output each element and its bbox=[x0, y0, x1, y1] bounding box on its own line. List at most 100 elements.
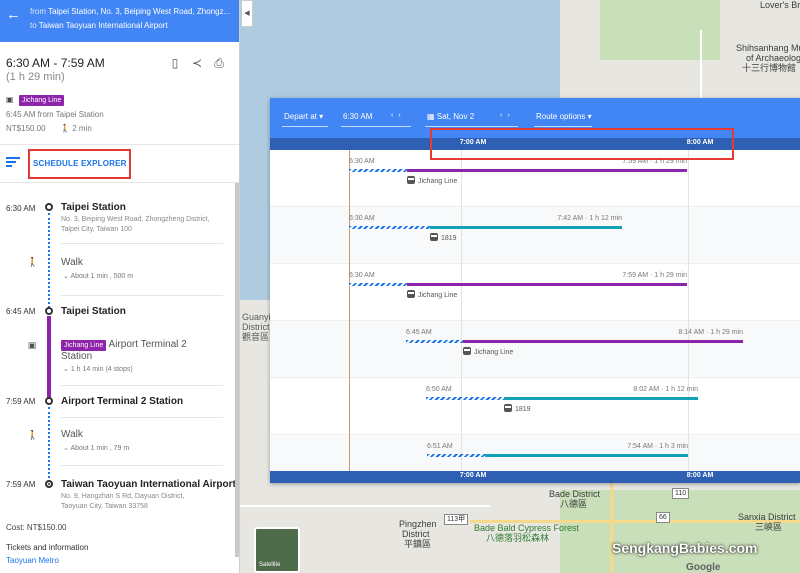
destination-node-icon bbox=[45, 480, 53, 488]
map-label-sanxia: Sanxia District bbox=[738, 512, 796, 522]
step-stop-name[interactable]: Airport Terminal 2 Station bbox=[61, 396, 183, 407]
walk-step-detail[interactable]: ⌄ About 1 min , 500 m bbox=[63, 272, 133, 280]
train-icon: ▣ bbox=[6, 95, 14, 104]
trip-row[interactable]: 6:50 AM 8:02 AM · 1 h 12 min 1819 bbox=[270, 378, 800, 435]
trip-row[interactable]: 6:30 AM 7:59 AM · 1 h 29 min Jichang Line bbox=[270, 264, 800, 321]
walk-step-detail[interactable]: ⌄ About 1 min , 79 m bbox=[63, 444, 129, 452]
walk-icon: 🚶 bbox=[27, 257, 39, 267]
print-icon[interactable]: ⎙ bbox=[212, 56, 226, 70]
bus-icon bbox=[504, 404, 512, 412]
train-icon bbox=[407, 176, 415, 184]
step-time: 7:59 AM bbox=[6, 397, 36, 406]
divider bbox=[61, 243, 223, 244]
underline bbox=[534, 126, 592, 127]
route-options-select[interactable]: Route options ▾ bbox=[536, 112, 592, 121]
map-label-museum-3: 十三行博物館 bbox=[742, 63, 797, 73]
walk-route-line bbox=[48, 213, 50, 308]
axis-tick-label: 8:00 AM bbox=[686, 472, 714, 479]
watermark: SengkangBabies.com bbox=[612, 540, 758, 556]
collapse-panel-button[interactable]: ◀ bbox=[241, 0, 253, 27]
trip-line-label: 1819 bbox=[504, 404, 531, 413]
step-time: 7:59 AM bbox=[6, 480, 36, 489]
trip-line-name: Jichang Line bbox=[418, 178, 458, 185]
trip-line-name: 1819 bbox=[515, 406, 531, 413]
trip-line-name: Jichang Line bbox=[474, 349, 514, 356]
chevron-left-icon: ◀ bbox=[244, 10, 250, 17]
trip-line-label: Jichang Line bbox=[407, 290, 457, 299]
date-step-arrows-icon[interactable]: ‹› bbox=[500, 112, 515, 119]
map-label-guanyin-2: District bbox=[242, 322, 270, 332]
trip-line-name: 1819 bbox=[441, 235, 457, 242]
back-arrow-icon[interactable]: ← bbox=[6, 7, 21, 22]
trip-arrive-time: 7:42 AM · 1 h 12 min bbox=[557, 215, 622, 222]
trip-time-range: 6:30 AM - 7:59 AM bbox=[6, 56, 105, 70]
total-cost: Cost: NT$150.00 bbox=[6, 523, 67, 532]
date-input[interactable]: ▦ Sat, Nov 2 bbox=[427, 112, 474, 121]
panel-scrollbar[interactable] bbox=[235, 183, 239, 557]
transit-step: Jichang Line Airport Terminal 2 Station bbox=[61, 339, 211, 363]
highlight-box bbox=[430, 128, 734, 160]
map-label-sanxia-2: 三峡區 bbox=[755, 522, 783, 532]
transit-segment bbox=[430, 226, 622, 229]
transit-segment bbox=[407, 283, 687, 286]
line-badge: Jichang Line bbox=[19, 95, 65, 106]
underline bbox=[341, 126, 411, 127]
trip-line-name: Jichang Line bbox=[418, 292, 458, 299]
step-stop-name[interactable]: Taipei Station bbox=[61, 202, 126, 213]
depart-mode-value: Depart at bbox=[284, 112, 317, 121]
walk-step-label: Walk bbox=[61, 257, 83, 268]
date-value: Sat, Nov 2 bbox=[436, 112, 475, 121]
trip-row[interactable]: 6:45 AM 8:14 AM · 1 h 29 min Jichang Line bbox=[270, 321, 800, 378]
trip-line-label: Jichang Line bbox=[463, 347, 513, 356]
trip-line-label: 1819 bbox=[430, 233, 457, 242]
route-destination[interactable]: to Taiwan Taoyuan International Airport bbox=[30, 21, 168, 30]
step-time: 6:45 AM bbox=[6, 307, 36, 316]
map-label-bade-2: 八德區 bbox=[560, 499, 588, 509]
map-label-lovers-bridge: Lover's Bridg bbox=[760, 0, 800, 10]
satellite-toggle[interactable]: Satellite bbox=[254, 527, 300, 573]
divider bbox=[61, 465, 223, 466]
divider bbox=[61, 385, 223, 386]
time-input[interactable]: 6:30 AM bbox=[343, 112, 372, 121]
time-axis-bottom: 7:00 AM 8:00 AM bbox=[270, 471, 800, 483]
divider bbox=[61, 295, 223, 296]
walk-step-detail-text: About 1 min , 79 m bbox=[70, 445, 130, 452]
depart-mode-select[interactable]: Depart at ▾ bbox=[284, 112, 323, 121]
walk-segment bbox=[406, 340, 463, 343]
map-label-cypress-forest: Bade Bald Cypress Forest bbox=[474, 523, 580, 533]
step-stop-name[interactable]: Taipei Station bbox=[61, 306, 126, 317]
route-origin[interactable]: from Taipei Station, No. 3, Beiping West… bbox=[30, 7, 230, 16]
walk-route-line bbox=[48, 407, 50, 482]
trip-row[interactable]: 6:30 AM 7:42 AM · 1 h 12 min 1819 bbox=[270, 207, 800, 264]
stop-node-icon bbox=[45, 307, 53, 315]
trip-depart-time: 6:50 AM bbox=[426, 386, 452, 393]
trip-arrive-time: 8:02 AM · 1 h 12 min bbox=[633, 386, 698, 393]
walk-icon: 🚶 bbox=[60, 124, 70, 133]
walk-segment bbox=[426, 397, 504, 400]
trip-rows: 6:30 AM 7:59 AM · 1 h 29 min Jichang Line 6… bbox=[270, 150, 800, 483]
train-icon: ▣ bbox=[27, 340, 37, 350]
road-shield: 110 bbox=[672, 488, 690, 499]
transit-segment bbox=[504, 397, 698, 400]
route-header: ← from Taipei Station, No. 3, Beiping We… bbox=[0, 0, 239, 42]
transit-step-detail[interactable]: ⌄ 1 h 14 min (4 stops) bbox=[63, 365, 133, 373]
origin-prefix: from bbox=[30, 7, 46, 16]
walk-step-detail-text: About 1 min , 500 m bbox=[70, 273, 134, 280]
step-stop-name[interactable]: Taiwan Taoyuan International Airport bbox=[61, 479, 236, 490]
dropdown-arrow-icon: ▾ bbox=[319, 112, 324, 121]
tickets-link[interactable]: Taoyuan Metro bbox=[6, 556, 59, 565]
transit-segment bbox=[463, 340, 743, 343]
transit-route-line bbox=[47, 316, 51, 400]
trip-summary: 6:30 AM - 7:59 AM (1 h 29 min) ▯ ≺ ⎙ ▣ J… bbox=[0, 42, 239, 145]
walk-icon: 🚶 bbox=[27, 430, 39, 440]
map-label-cypress-forest-2: 八德落羽松森林 bbox=[486, 533, 550, 543]
time-step-arrows-icon[interactable]: ‹› bbox=[391, 112, 406, 119]
send-to-phone-icon[interactable]: ▯ bbox=[168, 56, 182, 70]
depart-info: 6:45 AM from Taipei Station bbox=[6, 110, 104, 119]
origin-text: Taipei Station, No. 3, Beiping West Road… bbox=[48, 7, 231, 16]
transit-segment bbox=[485, 454, 688, 457]
step-time: 6:30 AM bbox=[6, 204, 36, 213]
share-icon[interactable]: ≺ bbox=[190, 56, 204, 70]
step-address: No. 9, Hangzhan S Rd, Dayuan District, T… bbox=[61, 493, 185, 510]
route-options-label: Route options bbox=[536, 112, 586, 121]
